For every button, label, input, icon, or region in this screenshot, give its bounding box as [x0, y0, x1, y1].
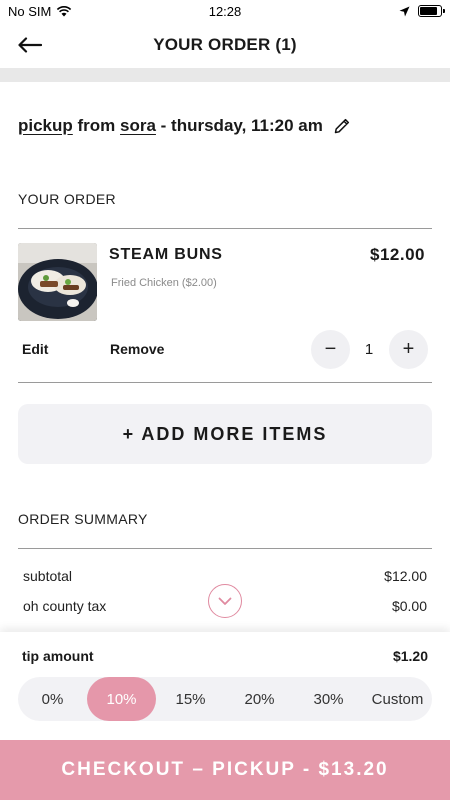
item-image — [18, 243, 97, 321]
section-divider — [18, 228, 432, 229]
summary-value: $0.00 — [391, 598, 427, 614]
pickup-mode-link[interactable]: pickup — [18, 116, 73, 136]
location-arrow-icon — [399, 6, 410, 16]
checkout-button[interactable]: CHECKOUT – PICKUP - $13.20 — [0, 740, 450, 800]
header-divider — [0, 68, 450, 82]
summary-value: $12.00 — [384, 568, 427, 584]
tip-options: 0% 10% 15% 20% 30% Custom — [18, 677, 432, 721]
tip-option-10[interactable]: 10% — [87, 677, 156, 721]
decrement-quantity-button[interactable]: − — [311, 330, 350, 369]
item-option: Fried Chicken ($2.00) — [111, 277, 217, 289]
back-arrow-icon — [18, 37, 42, 53]
summary-row-subtotal: subtotal $12.00 — [23, 568, 427, 584]
tip-option-0[interactable]: 0% — [18, 677, 87, 721]
chevron-down-icon — [218, 597, 232, 605]
status-right — [399, 5, 445, 17]
summary-label: subtotal — [23, 568, 73, 584]
tip-panel: tip amount $1.20 0% 10% 15% 20% 30% Cust… — [0, 632, 450, 740]
your-order-heading: YOUR ORDER — [18, 191, 116, 207]
pickup-info: pickup from sora - thursday, 11:20 am — [18, 116, 351, 136]
scroll-down-button[interactable] — [208, 584, 242, 618]
pickup-time-text: - thursday, 11:20 am — [155, 116, 323, 135]
remove-item-button[interactable]: Remove — [110, 341, 164, 357]
tip-option-30[interactable]: 30% — [294, 677, 363, 721]
wifi-icon — [57, 6, 72, 17]
tip-option-custom[interactable]: Custom — [363, 677, 432, 721]
back-button[interactable] — [18, 32, 48, 58]
order-summary-heading: ORDER SUMMARY — [18, 511, 148, 527]
edit-pencil-icon[interactable] — [333, 117, 351, 135]
tip-amount-value: $1.20 — [392, 648, 428, 664]
pickup-from-text: from — [72, 116, 121, 135]
tip-option-15[interactable]: 15% — [156, 677, 225, 721]
item-price: $12.00 — [370, 245, 425, 264]
status-left: No SIM — [8, 4, 72, 19]
restaurant-link[interactable]: sora — [120, 116, 156, 136]
increment-quantity-button[interactable]: + — [389, 330, 428, 369]
minus-icon: − — [324, 338, 337, 360]
app-header: YOUR ORDER (1) — [0, 22, 450, 68]
item-name: STEAM BUNS — [109, 246, 223, 263]
steam-buns-photo — [18, 243, 97, 321]
summary-label: oh county tax — [23, 598, 107, 614]
plus-icon: + — [402, 338, 415, 360]
status-bar: No SIM 12:28 — [0, 0, 450, 22]
battery-level — [420, 7, 437, 15]
tip-option-20[interactable]: 20% — [225, 677, 294, 721]
battery-icon — [418, 5, 445, 17]
edit-item-button[interactable]: Edit — [22, 341, 48, 357]
summary-divider — [18, 548, 432, 549]
page-title: YOUR ORDER (1) — [153, 35, 297, 54]
add-more-items-button[interactable]: + ADD MORE ITEMS — [18, 404, 432, 464]
tip-amount-label: tip amount — [22, 648, 94, 664]
quantity-value: 1 — [364, 341, 374, 358]
item-divider — [18, 382, 432, 383]
carrier-label: No SIM — [8, 3, 52, 19]
